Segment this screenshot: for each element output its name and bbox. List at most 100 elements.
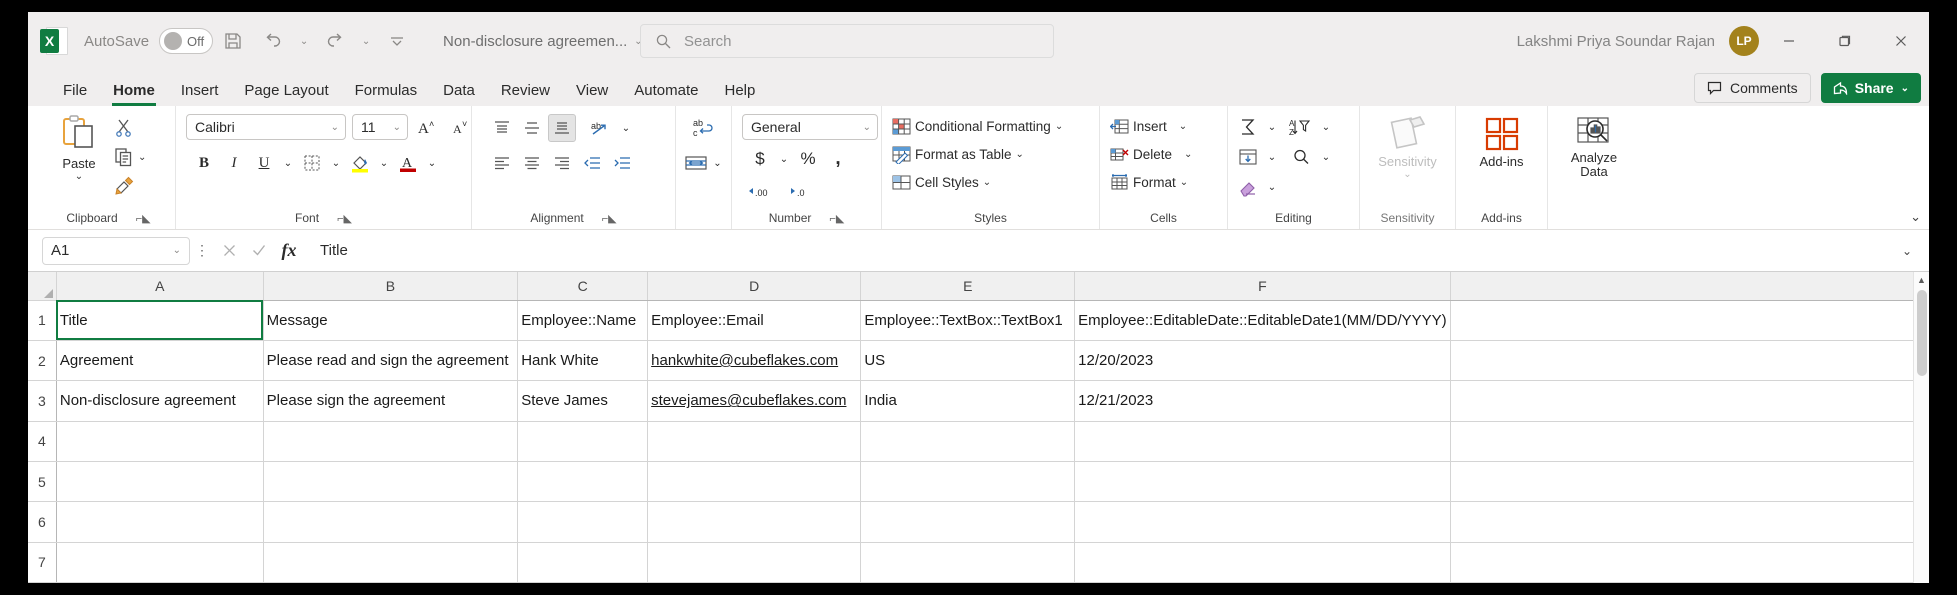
cell-overflow-7[interactable]: [1450, 542, 1929, 583]
cell-a6[interactable]: [56, 501, 264, 543]
cell-b7[interactable]: [263, 542, 519, 583]
share-button[interactable]: Share ⌄: [1820, 73, 1921, 103]
clipboard-dialog-launcher-icon[interactable]: ⌐◣: [136, 212, 151, 225]
cell-d5[interactable]: [647, 461, 862, 503]
paste-button[interactable]: Paste ⌄: [48, 112, 110, 182]
cell-e6[interactable]: [860, 501, 1076, 543]
cell-c1[interactable]: Employee::Name: [517, 300, 649, 341]
close-icon[interactable]: [1873, 12, 1929, 70]
cell-c7[interactable]: [517, 542, 649, 583]
underline-button[interactable]: U: [250, 149, 278, 177]
tab-insert[interactable]: Insert: [168, 82, 232, 106]
merge-center-dropdown-icon[interactable]: ⌄: [710, 149, 726, 177]
redo-icon[interactable]: [315, 24, 355, 58]
cell-overflow-5[interactable]: [1450, 461, 1929, 503]
more-vertical-icon[interactable]: ⋮: [190, 242, 214, 259]
row-header-5[interactable]: 5: [28, 461, 57, 503]
sensitivity-button[interactable]: Sensitivity ⌄: [1366, 112, 1449, 180]
format-painter-button[interactable]: [110, 173, 168, 199]
clear-dropdown-icon[interactable]: ⌄: [1264, 173, 1280, 201]
cell-a2[interactable]: Agreement: [56, 340, 264, 382]
cell-overflow-2[interactable]: [1450, 340, 1929, 382]
sort-filter-dropdown-icon[interactable]: ⌄: [1318, 113, 1334, 141]
fill-color-icon[interactable]: [346, 149, 374, 177]
cell-f5[interactable]: [1074, 461, 1451, 503]
formula-input[interactable]: Title: [304, 237, 1893, 265]
column-header-b[interactable]: B: [263, 272, 519, 301]
column-header-f[interactable]: F: [1074, 272, 1451, 301]
cell-b3[interactable]: Please sign the agreement: [263, 380, 519, 422]
cell-f6[interactable]: [1074, 501, 1451, 543]
borders-dropdown-icon[interactable]: ⌄: [328, 149, 344, 177]
cell-b6[interactable]: [263, 501, 519, 543]
format-cells-button[interactable]: Format ⌄: [1106, 169, 1192, 195]
delete-cells-button[interactable]: Delete ⌄: [1106, 141, 1196, 167]
font-dialog-launcher-icon[interactable]: ⌐◣: [337, 212, 352, 225]
cell-d4[interactable]: [647, 421, 862, 462]
align-left-icon[interactable]: [488, 149, 516, 177]
cell-f7[interactable]: [1074, 542, 1451, 583]
analyze-data-button[interactable]: Analyze Data: [1554, 114, 1634, 180]
cell-f3[interactable]: 12/21/2023: [1074, 380, 1451, 422]
cancel-icon[interactable]: [214, 237, 244, 265]
tab-help[interactable]: Help: [711, 82, 768, 106]
tab-automate[interactable]: Automate: [621, 82, 711, 106]
clear-icon[interactable]: [1234, 173, 1262, 201]
cell-b2[interactable]: Please read and sign the agreement: [263, 340, 519, 382]
format-cells-dropdown-icon[interactable]: ⌄: [1180, 177, 1188, 188]
cell-c3[interactable]: Steve James: [517, 380, 649, 422]
cell-b4[interactable]: [263, 421, 519, 462]
row-header-6[interactable]: 6: [28, 501, 57, 543]
cell-overflow-3[interactable]: [1450, 380, 1929, 422]
format-as-table-dropdown-icon[interactable]: ⌄: [1016, 149, 1024, 160]
cell-d2[interactable]: hankwhite@cubeflakes.com: [647, 340, 862, 382]
cell-overflow-6[interactable]: [1450, 501, 1929, 543]
find-select-icon[interactable]: [1288, 143, 1316, 171]
merge-center-icon[interactable]: [682, 149, 710, 177]
formula-bar-expand-icon[interactable]: ⌄: [1893, 244, 1921, 258]
decrease-decimal-icon[interactable]: .0: [784, 178, 820, 206]
autosave-toggle[interactable]: Off: [159, 28, 214, 54]
cell-b5[interactable]: [263, 461, 519, 503]
align-top-icon[interactable]: [488, 114, 516, 142]
delete-cells-dropdown-icon[interactable]: ⌄: [1184, 149, 1192, 160]
cell-f4[interactable]: [1074, 421, 1451, 462]
currency-button[interactable]: $: [746, 145, 774, 173]
cell-styles-dropdown-icon[interactable]: ⌄: [983, 177, 991, 188]
cell-e4[interactable]: [860, 421, 1076, 462]
font-name-input[interactable]: Calibri ⌄: [186, 114, 346, 140]
cell-e3[interactable]: India: [860, 380, 1076, 422]
font-size-dropdown-icon[interactable]: ⌄: [393, 122, 401, 133]
font-size-input[interactable]: 11 ⌄: [352, 114, 408, 140]
cell-c4[interactable]: [517, 421, 649, 462]
cell-d7[interactable]: [647, 542, 862, 583]
scroll-up-icon[interactable]: ▲: [1917, 272, 1926, 288]
cell-b1[interactable]: Message: [263, 300, 519, 341]
tab-view[interactable]: View: [563, 82, 621, 106]
copy-dropdown-icon[interactable]: ⌄: [138, 152, 146, 163]
cell-c5[interactable]: [517, 461, 649, 503]
currency-dropdown-icon[interactable]: ⌄: [776, 145, 792, 173]
sort-filter-icon[interactable]: A Z: [1288, 113, 1316, 141]
row-header-3[interactable]: 3: [28, 380, 57, 422]
align-bottom-icon[interactable]: [548, 114, 576, 142]
orientation-icon[interactable]: ab: [588, 114, 616, 142]
tab-formulas[interactable]: Formulas: [342, 82, 431, 106]
decrease-indent-icon[interactable]: [578, 149, 606, 177]
percent-button[interactable]: %: [794, 145, 822, 173]
save-icon[interactable]: [213, 24, 253, 58]
search-input[interactable]: Search: [640, 24, 1054, 58]
column-header-c[interactable]: C: [517, 272, 649, 301]
column-header-e[interactable]: E: [860, 272, 1076, 301]
font-color-icon[interactable]: A: [394, 149, 422, 177]
column-header-d[interactable]: D: [647, 272, 862, 301]
cell-overflow-1[interactable]: [1450, 300, 1929, 341]
cell-f2[interactable]: 12/20/2023: [1074, 340, 1451, 382]
autosum-icon[interactable]: [1234, 113, 1262, 141]
italic-button[interactable]: I: [220, 149, 248, 177]
find-select-dropdown-icon[interactable]: ⌄: [1318, 143, 1334, 171]
cell-d3[interactable]: stevejames@cubeflakes.com: [647, 380, 862, 422]
undo-dropdown-icon[interactable]: ⌄: [293, 24, 315, 58]
document-title[interactable]: Non-disclosure agreemen...: [443, 33, 627, 50]
conditional-formatting-button[interactable]: Conditional Formatting ⌄: [888, 113, 1067, 139]
